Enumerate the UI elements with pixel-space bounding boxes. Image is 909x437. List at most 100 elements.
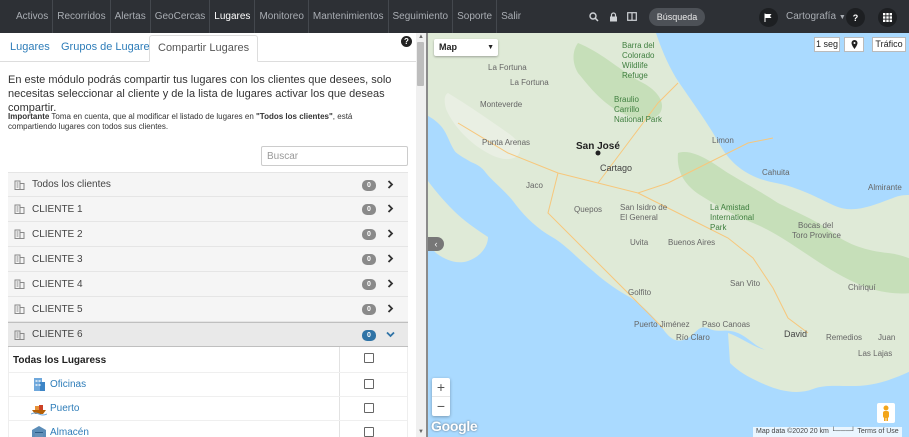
buildings-icon (14, 253, 25, 267)
tab-lugares[interactable]: Lugares (2, 35, 58, 62)
columns-icon[interactable] (623, 8, 641, 26)
map-label: San José (576, 141, 620, 152)
client-list: Todos los clientes 0 CLIENTE 1 0 CLIENTE 20C… (8, 172, 408, 437)
important-note: Importante Toma en cuenta, que al modifi… (8, 112, 403, 132)
tab-grupos-de-lugares[interactable]: Grupos de Lugares (53, 35, 163, 62)
note-text-before: Toma en cuenta, que al modificar el list… (49, 112, 256, 121)
buildings-icon (14, 329, 25, 343)
buildings-icon (14, 278, 25, 292)
chevron-right-icon[interactable] (386, 304, 395, 316)
note-label: Importante (8, 112, 50, 121)
count-badge: 0 (362, 254, 376, 265)
chevron-right-icon[interactable] (386, 254, 395, 266)
map-label: La Amistad (710, 203, 750, 212)
top-navigation-bar: Activos Recorridos Alertas GeoCercas Lugares… (0, 0, 909, 33)
nav-item-seguimiento[interactable]: Seguimiento (389, 0, 454, 33)
client-row[interactable]: CLIENTE 1 0 (8, 197, 408, 222)
client-name: CLIENTE 4 (32, 278, 83, 290)
chevron-right-icon[interactable] (386, 204, 395, 216)
nav-item-monitoreo[interactable]: Monitoreo (255, 0, 309, 33)
top-tools: Búsqueda (585, 0, 705, 33)
map-label: Bocas del (798, 221, 834, 230)
select-all-checkbox[interactable] (364, 353, 374, 363)
cartografia-menu[interactable]: Cartografía ▼ (786, 0, 846, 33)
refresh-interval-button[interactable]: 1 seg (814, 37, 840, 52)
client-row[interactable]: CLIENTE 6 0 (8, 322, 408, 347)
count-badge: 0 (362, 180, 376, 191)
chevron-right-icon[interactable] (386, 279, 395, 291)
map-label: Chiriquí (848, 283, 876, 292)
chevron-down-icon[interactable] (386, 330, 395, 342)
panel-scrollbar[interactable]: ▲ ▼ (416, 33, 426, 437)
map-type-label: Map (439, 42, 457, 52)
traffic-button[interactable]: Tráfico (872, 37, 906, 52)
map-label: Barra del (622, 41, 655, 50)
place-name[interactable]: Almacén (50, 427, 89, 437)
warehouse-icon (31, 424, 47, 437)
map-label: Buenos Aires (668, 238, 716, 247)
help-button[interactable]: ? (846, 8, 865, 27)
map-label: Colorado (622, 51, 655, 60)
pin-icon (851, 40, 857, 49)
client-row[interactable]: CLIENTE 3 0 (8, 247, 408, 272)
map-type-select[interactable]: Map ▼ (434, 39, 498, 56)
map-label: Río Claro (676, 333, 710, 342)
nav-item-activos[interactable]: Activos (12, 0, 54, 33)
count-badge: 0 (362, 330, 376, 341)
nav-item-soporte[interactable]: Soporte (453, 0, 498, 33)
caret-down-icon: ▼ (487, 44, 494, 51)
map-label: Las Lajas (858, 349, 893, 358)
zoom-out-button[interactable]: − (432, 397, 450, 416)
map-label: Punta Arenas (482, 138, 531, 147)
place-name[interactable]: Oficinas (50, 379, 86, 390)
street-view-pegman[interactable] (877, 403, 895, 423)
apps-button[interactable] (878, 8, 897, 27)
map-label: Toro Province (792, 231, 841, 240)
chevron-right-icon[interactable] (386, 229, 395, 241)
client-name: CLIENTE 2 (32, 228, 83, 240)
client-row[interactable]: CLIENTE 4 0 (8, 272, 408, 297)
tab-compartir-lugares[interactable]: Compartir Lugares (149, 35, 259, 62)
place-checkbox[interactable] (364, 403, 374, 413)
nav-item-geocercas[interactable]: GeoCercas (151, 0, 211, 33)
scrollbar-thumb[interactable] (417, 42, 424, 86)
client-row[interactable]: Todos los clientes 0 (8, 172, 408, 197)
zoom-in-button[interactable]: + (432, 378, 450, 397)
map-label: Juan (878, 333, 896, 342)
place-checkbox[interactable] (364, 427, 374, 437)
intro-text: En este módulo podrás compartir tus luga… (8, 74, 392, 114)
nav-item-lugares[interactable]: Lugares (210, 0, 256, 33)
nav-item-recorridos[interactable]: Recorridos (53, 0, 111, 33)
search-input[interactable] (261, 146, 408, 166)
building-icon (31, 376, 47, 392)
help-icon[interactable]: ? (401, 36, 412, 47)
map-label: Carrillo (614, 105, 640, 114)
location-pin-button[interactable] (844, 37, 864, 52)
tab-bar: Lugares Grupos de Lugares Compartir Luga… (0, 35, 416, 62)
nav-item-mantenimientos[interactable]: Mantenimientos (309, 0, 389, 33)
map-label: Remedios (826, 333, 863, 342)
collapse-panel-button[interactable]: ‹ (428, 237, 444, 251)
place-checkbox[interactable] (364, 379, 374, 389)
client-row[interactable]: CLIENTE 5 0 (8, 297, 408, 322)
search-icon[interactable] (585, 8, 603, 26)
scroll-down-icon[interactable]: ▼ (418, 429, 424, 435)
client-row[interactable]: CLIENTE 2 0 (8, 222, 408, 247)
map-label: Wildlife (622, 61, 648, 70)
map-label: David (784, 329, 808, 339)
place-name[interactable]: Puerto (50, 403, 79, 414)
nav-item-alertas[interactable]: Alertas (111, 0, 151, 33)
count-badge: 0 (362, 229, 376, 240)
flag-button[interactable] (759, 8, 778, 27)
map-label: San Vito (730, 279, 761, 288)
nav-item-salir[interactable]: Salir (497, 0, 525, 33)
map-view[interactable]: Barra del Colorado Wildlife Refuge La Fortun… (426, 33, 909, 437)
map-label: Golfito (628, 288, 652, 297)
search-button[interactable]: Búsqueda (649, 7, 705, 26)
lock-icon[interactable] (604, 8, 622, 26)
count-badge: 0 (362, 304, 376, 315)
map-label: Limon (712, 136, 734, 145)
scroll-up-icon[interactable]: ▲ (418, 34, 424, 40)
chevron-right-icon[interactable] (386, 180, 395, 192)
buildings-icon (14, 228, 25, 242)
